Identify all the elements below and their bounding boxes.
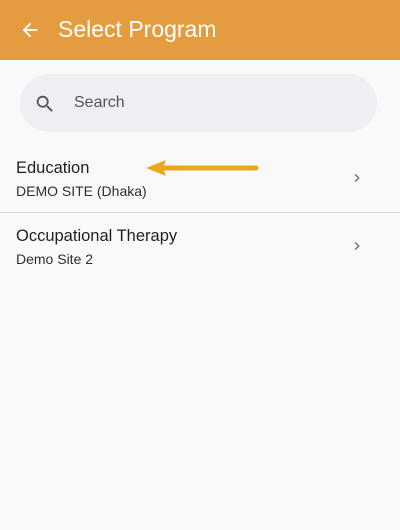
annotation-arrow-icon [146, 160, 259, 176]
back-button[interactable] [12, 12, 48, 48]
program-site: Demo Site 2 [16, 251, 94, 267]
program-item-occupational-therapy[interactable]: Occupational Therapy Demo Site 2 [0, 213, 400, 281]
search-input[interactable] [74, 74, 364, 132]
chevron-right-icon [354, 174, 360, 182]
search-bar[interactable] [20, 74, 377, 132]
program-item-education[interactable]: Education DEMO SITE (Dhaka) [0, 145, 400, 213]
program-title: Occupational Therapy [16, 227, 178, 245]
app-bar: Select Program [0, 0, 400, 60]
program-title: Education [16, 159, 90, 177]
program-site: DEMO SITE (Dhaka) [16, 183, 147, 199]
search-icon [36, 95, 53, 112]
arrow-left-icon [22, 22, 38, 38]
chevron-right-icon [354, 242, 360, 250]
page-title: Select Program [58, 16, 217, 42]
